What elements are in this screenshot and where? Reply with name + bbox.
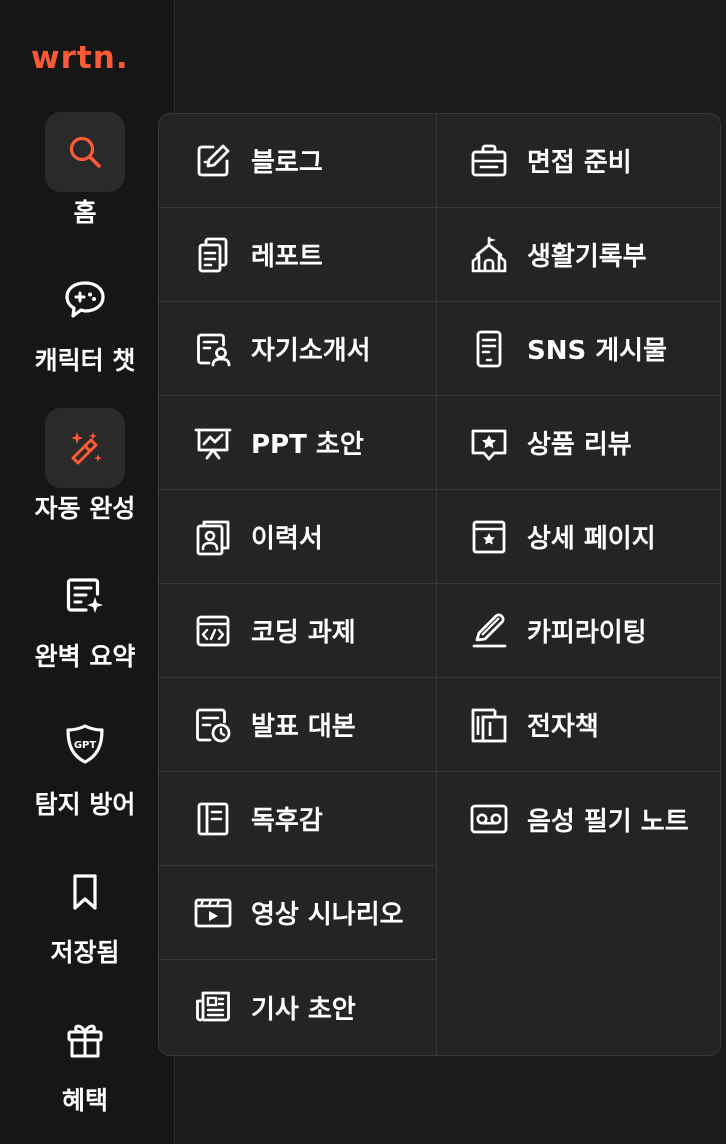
menu-item-sns-post[interactable]: SNS 게시물 xyxy=(437,302,720,396)
copy-document-icon xyxy=(193,235,233,275)
menu-item-presentation-script[interactable]: 발표 대본 xyxy=(159,678,436,772)
menu-item-label: 카피라이팅 xyxy=(527,618,647,648)
sidebar-item-summary[interactable]: 완벽 요약 xyxy=(0,556,170,686)
menu-item-report[interactable]: 레포트 xyxy=(159,208,436,302)
svg-text:GPT: GPT xyxy=(74,740,97,751)
sidebar-item-label: 완벽 요약 xyxy=(34,642,136,671)
menu-item-label: SNS 게시물 xyxy=(527,336,668,366)
search-icon xyxy=(45,112,125,192)
magic-wand-icon xyxy=(45,408,125,488)
code-window-icon xyxy=(193,611,233,651)
sidebar-item-label: 탐지 방어 xyxy=(34,790,136,819)
menu-item-detail-page[interactable]: 상세 페이지 xyxy=(437,490,720,584)
gift-icon xyxy=(45,1000,125,1080)
menu-item-coding-assignment[interactable]: 코딩 과제 xyxy=(159,584,436,678)
sidebar-item-label: 혜택 xyxy=(61,1086,108,1115)
menu-item-label: 자기소개서 xyxy=(251,336,371,366)
menu-item-label: 블로그 xyxy=(251,148,323,178)
menu-item-ebook[interactable]: 전자책 xyxy=(437,678,720,772)
menu-item-label: 독후감 xyxy=(251,806,323,836)
sidebar-item-auto-complete[interactable]: 자동 완성 xyxy=(0,408,170,538)
edit-note-icon xyxy=(193,141,233,181)
gpt-shield-icon: GPT xyxy=(45,704,125,784)
sidebar-item-label: 저장됨 xyxy=(50,938,120,967)
profile-document-icon xyxy=(193,329,233,369)
sidebar-item-label: 자동 완성 xyxy=(34,494,136,523)
sidebar-item-benefits[interactable]: 혜택 xyxy=(0,1000,170,1130)
document-sparkle-icon xyxy=(45,556,125,636)
store-page-icon xyxy=(469,517,509,557)
sidebar-item-label: 캐릭터 챗 xyxy=(34,346,136,375)
star-review-icon xyxy=(469,423,509,463)
sidebar-item-saved[interactable]: 저장됨 xyxy=(0,852,170,982)
document-clock-icon xyxy=(193,705,233,745)
menu-item-label: 상세 페이지 xyxy=(527,524,656,554)
sidebar-item-label: 홈 xyxy=(73,198,97,227)
briefcase-icon xyxy=(469,141,509,181)
sidebar-item-detection-defense[interactable]: GPT 탐지 방어 xyxy=(0,704,170,834)
menu-item-label: 생활기록부 xyxy=(527,242,647,272)
menu-item-self-introduction[interactable]: 자기소개서 xyxy=(159,302,436,396)
menu-item-resume[interactable]: 이력서 xyxy=(159,490,436,584)
menu-item-copywriting[interactable]: 카피라이팅 xyxy=(437,584,720,678)
menu-item-blog[interactable]: 블로그 xyxy=(159,114,436,208)
pen-icon xyxy=(469,611,509,651)
game-chat-icon xyxy=(45,260,125,340)
menu-item-label: 기사 초안 xyxy=(251,994,356,1025)
wrtn-logo[interactable]: wrtn. xyxy=(31,38,129,78)
school-icon xyxy=(469,235,509,275)
presentation-icon xyxy=(193,423,233,463)
bookmark-icon xyxy=(45,852,125,932)
menu-item-interview-prep[interactable]: 면접 준비 xyxy=(437,114,720,208)
voicemail-icon xyxy=(469,799,509,839)
sidebar: wrtn. 홈 캐릭터 챗 자동 완성 완벽 요약 GPT 탐지 방어 저장됨 … xyxy=(0,0,175,1144)
ebook-icon xyxy=(469,705,509,745)
menu-item-label: PPT 초안 xyxy=(251,430,364,460)
menu-item-voice-notes[interactable]: 음성 필기 노트 xyxy=(437,772,720,866)
menu-item-label: 레포트 xyxy=(251,242,323,272)
book-icon xyxy=(193,799,233,839)
menu-item-ppt-draft[interactable]: PPT 초안 xyxy=(159,396,436,490)
phone-icon xyxy=(469,329,509,369)
video-icon xyxy=(193,893,233,933)
newspaper-icon xyxy=(193,987,233,1027)
menu-item-label: 음성 필기 노트 xyxy=(527,806,689,837)
menu-item-book-report[interactable]: 독후감 xyxy=(159,772,436,866)
menu-item-label: 면접 준비 xyxy=(527,148,632,178)
sidebar-item-character-chat[interactable]: 캐릭터 챗 xyxy=(0,260,170,390)
menu-item-label: 발표 대본 xyxy=(251,712,356,742)
auto-complete-menu: 블로그 레포트 자기소개서 PPT 초안 이력서 코딩 과제 발표 대본 독후감… xyxy=(158,113,721,1056)
menu-item-label: 상품 리뷰 xyxy=(527,430,632,460)
menu-item-label: 이력서 xyxy=(251,524,323,554)
menu-item-label: 전자책 xyxy=(527,712,599,742)
menu-item-label: 영상 시나리오 xyxy=(251,900,404,930)
menu-item-label: 코딩 과제 xyxy=(251,618,356,648)
menu-item-product-review[interactable]: 상품 리뷰 xyxy=(437,396,720,490)
menu-item-article-draft[interactable]: 기사 초안 xyxy=(159,960,436,1054)
menu-item-school-record[interactable]: 생활기록부 xyxy=(437,208,720,302)
sidebar-item-home[interactable]: 홈 xyxy=(0,112,170,242)
menu-item-video-scenario[interactable]: 영상 시나리오 xyxy=(159,866,436,960)
resume-icon xyxy=(193,517,233,557)
